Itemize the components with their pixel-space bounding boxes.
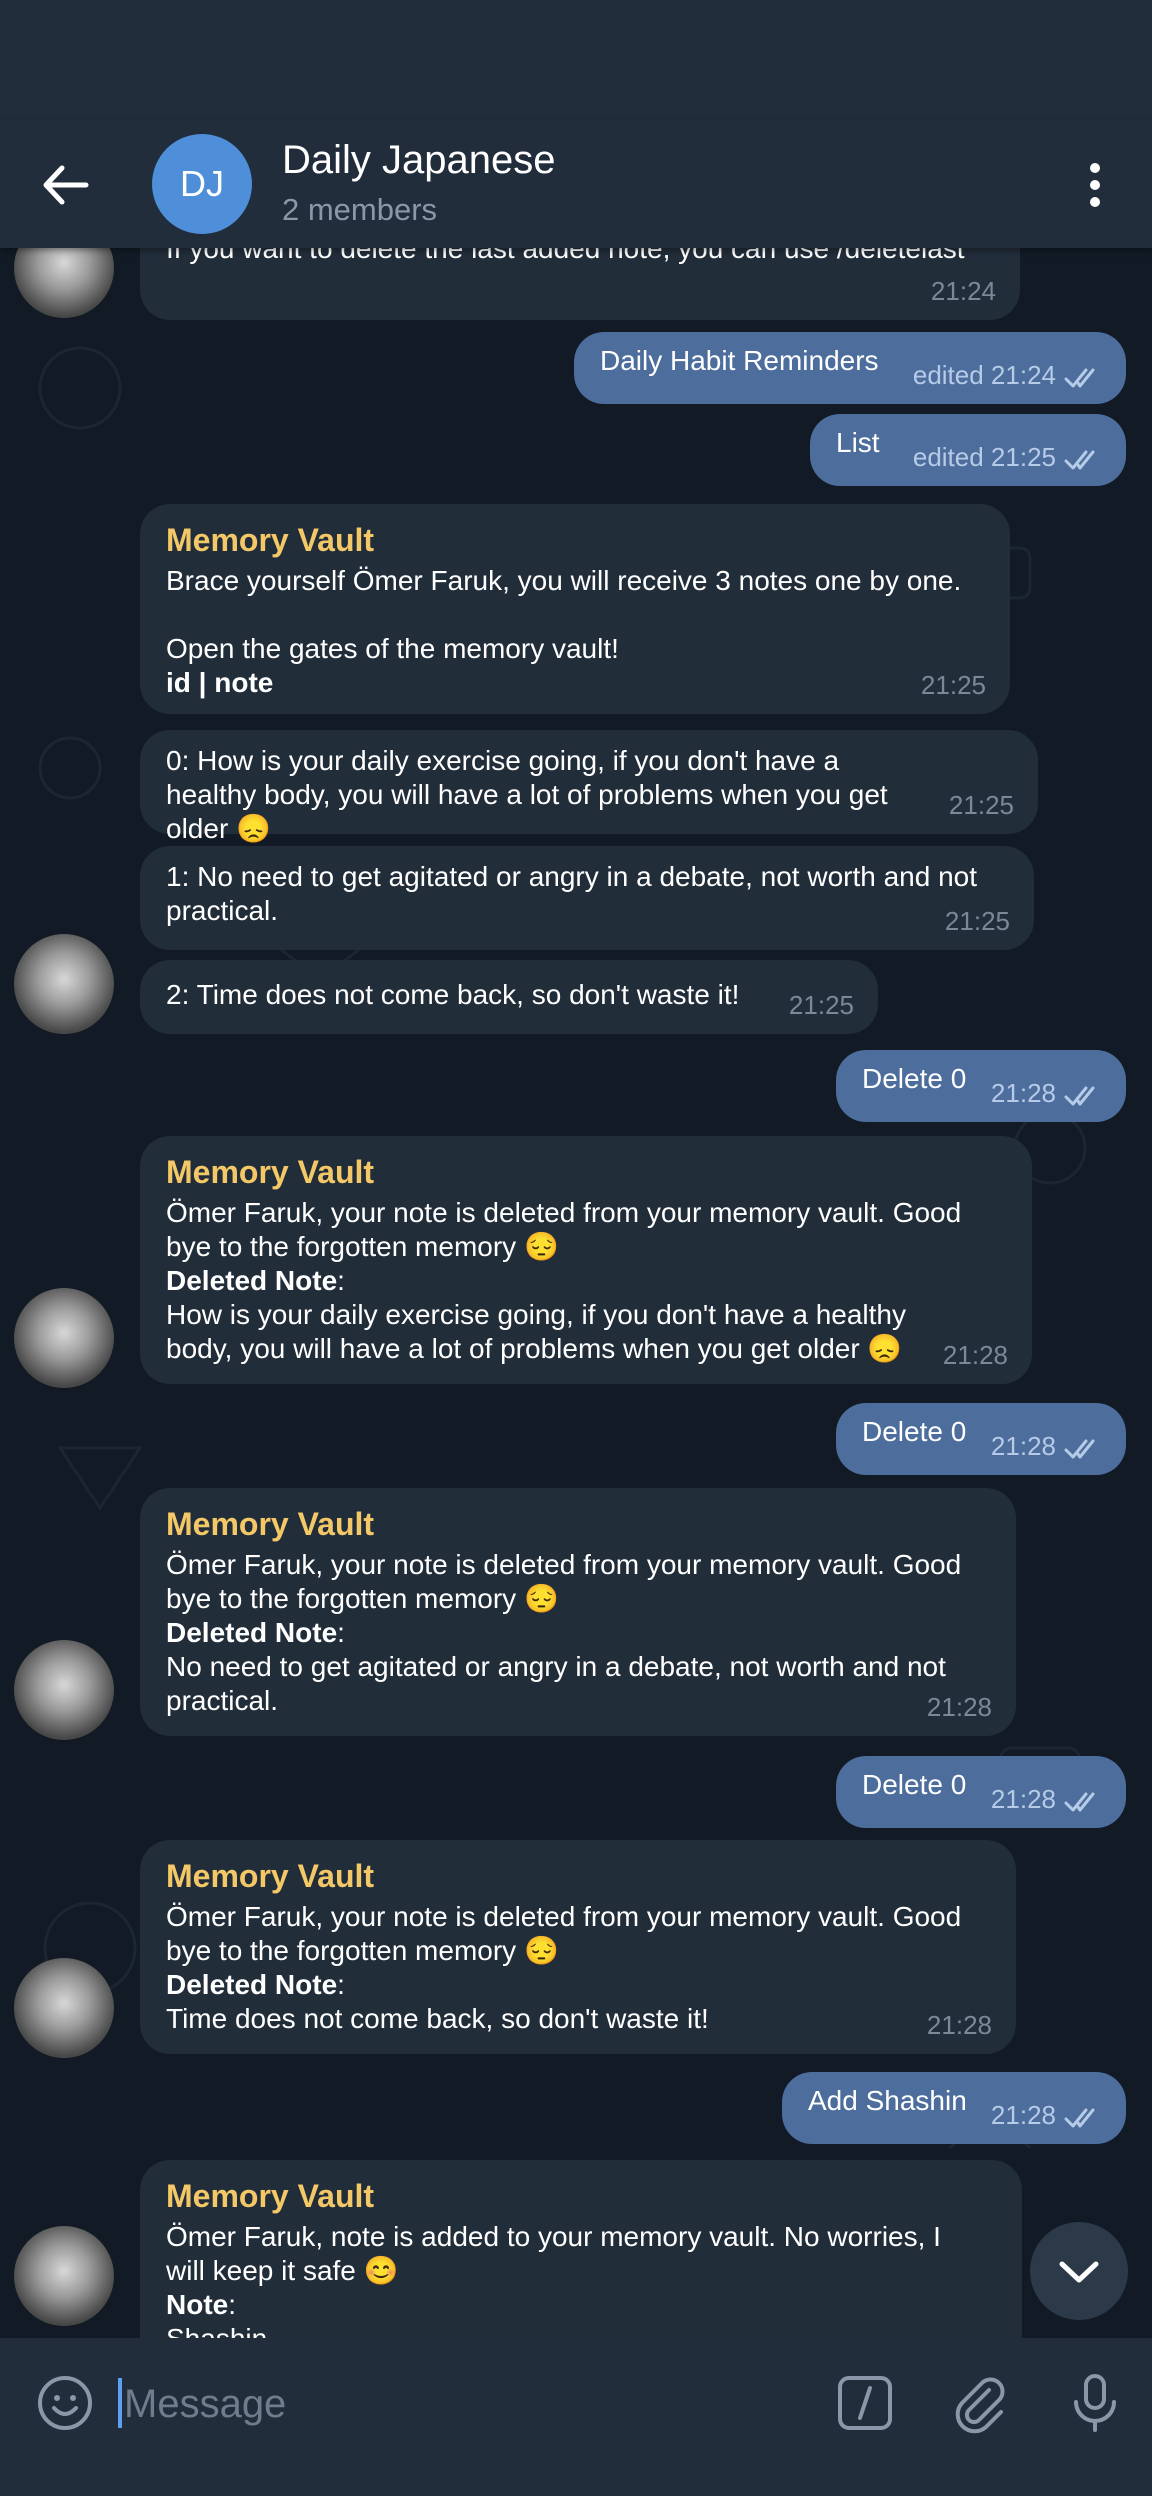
bot-avatar[interactable] bbox=[14, 2226, 114, 2326]
message-text: Delete 0 bbox=[862, 1769, 967, 1800]
message-time: 21:28 bbox=[990, 1784, 1056, 1814]
message-time: 21:28 bbox=[942, 1340, 1008, 1370]
system-nav-bar bbox=[0, 2468, 1152, 2496]
message-bubble[interactable]: Memory Vault Brace yourself Ömer Faruk, … bbox=[140, 504, 1010, 714]
more-vertical-icon bbox=[1090, 163, 1100, 207]
message-bubble-outgoing[interactable]: Delete 0 21:28 bbox=[836, 1756, 1126, 1828]
chevron-down-icon bbox=[1059, 2261, 1099, 2283]
message-time: edited 21:24 bbox=[912, 360, 1056, 390]
message-text: If you want to delete the last added not… bbox=[166, 248, 965, 264]
message-bubble[interactable]: 1: No need to get agitated or angry in a… bbox=[140, 846, 1034, 950]
sender-name[interactable]: Memory Vault bbox=[166, 2176, 996, 2216]
message-bubble[interactable]: If you want to delete the last added not… bbox=[140, 248, 1020, 320]
message-text: Open the gates of the memory vault! bbox=[166, 633, 619, 664]
message-time: edited 21:25 bbox=[912, 442, 1056, 472]
message-text: No need to get agitated or angry in a de… bbox=[166, 1651, 946, 1716]
group-avatar[interactable]: DJ bbox=[152, 134, 252, 234]
message-composer bbox=[0, 2338, 1152, 2468]
scroll-to-bottom-button[interactable] bbox=[1030, 2222, 1128, 2320]
back-button[interactable] bbox=[30, 150, 100, 220]
message-text-bold: Note bbox=[166, 2289, 229, 2320]
more-menu-button[interactable] bbox=[1080, 150, 1110, 220]
message-text: Ömer Faruk, your note is deleted from yo… bbox=[166, 1549, 962, 1614]
message-text: Delete 0 bbox=[862, 1416, 967, 1447]
bot-avatar[interactable] bbox=[14, 1958, 114, 2058]
message-bubble-outgoing[interactable]: Delete 0 21:28 bbox=[836, 1403, 1126, 1475]
message-text: How is your daily exercise going, if you… bbox=[166, 1299, 906, 1364]
message-time: 21:28 bbox=[990, 1078, 1056, 1108]
message-list[interactable]: If you want to delete the last added not… bbox=[0, 248, 1152, 2338]
bot-avatar[interactable] bbox=[14, 934, 114, 1034]
message-time: 21:25 bbox=[920, 670, 986, 700]
double-check-icon bbox=[1064, 450, 1095, 470]
message-time: 21:24 bbox=[930, 276, 996, 306]
emoji-icon bbox=[38, 2376, 92, 2430]
message-bubble[interactable]: Memory Vault Ömer Faruk, note is added t… bbox=[140, 2160, 1022, 2338]
message-text: Ömer Faruk, your note is deleted from yo… bbox=[166, 1197, 962, 1262]
message-text: Add Shashin bbox=[808, 2085, 967, 2116]
message-time: 21:25 bbox=[944, 906, 1010, 936]
message-text: : bbox=[337, 1617, 345, 1648]
sender-name[interactable]: Memory Vault bbox=[166, 1152, 1006, 1192]
message-text: : bbox=[228, 2289, 237, 2320]
message-text: : bbox=[337, 1265, 345, 1296]
chat-header: DJ Daily Japanese 2 members bbox=[0, 120, 1152, 248]
message-time: 21:28 bbox=[990, 1431, 1056, 1461]
paperclip-icon bbox=[955, 2377, 1005, 2434]
sender-name[interactable]: Memory Vault bbox=[166, 1856, 990, 1896]
double-check-icon bbox=[1064, 368, 1095, 388]
message-text: : bbox=[337, 1969, 345, 2000]
message-text-bold: Deleted Note bbox=[166, 1617, 338, 1648]
microphone-icon bbox=[1074, 2374, 1116, 2432]
message-text: Ömer Faruk, your note is deleted from yo… bbox=[166, 1901, 962, 1966]
message-text: Brace yourself Ömer Faruk, you will rece… bbox=[166, 565, 962, 596]
message-text: Shashin bbox=[166, 2322, 996, 2338]
message-bubble[interactable]: 0: How is your daily exercise going, if … bbox=[140, 730, 1038, 844]
arrow-left-icon bbox=[43, 165, 89, 205]
bot-avatar[interactable] bbox=[14, 1288, 114, 1388]
message-bubble-outgoing[interactable]: Delete 0 21:28 bbox=[836, 1050, 1126, 1122]
message-text: List bbox=[836, 427, 880, 458]
message-bubble[interactable]: Memory Vault Ömer Faruk, your note is de… bbox=[140, 1488, 1016, 1736]
message-bubble-outgoing[interactable]: Add Shashin 21:28 bbox=[782, 2072, 1126, 2144]
message-input[interactable] bbox=[122, 2368, 826, 2440]
double-check-icon bbox=[1064, 2108, 1095, 2128]
message-bubble[interactable]: Memory Vault Ömer Faruk, your note is de… bbox=[140, 1840, 1016, 2054]
bot-avatar[interactable] bbox=[14, 1640, 114, 1740]
double-check-icon bbox=[1064, 1792, 1095, 1812]
sender-name[interactable]: Memory Vault bbox=[166, 1504, 990, 1544]
message-text: 1: No need to get agitated or angry in a… bbox=[166, 861, 978, 926]
status-bar bbox=[0, 0, 1152, 120]
message-text: Delete 0 bbox=[862, 1063, 967, 1094]
message-text: Daily Habit Reminders bbox=[600, 345, 879, 376]
attach-button[interactable] bbox=[945, 2368, 1015, 2438]
message-text: Time does not come back, so don't waste … bbox=[166, 2003, 709, 2034]
message-text-bold: Deleted Note bbox=[166, 1265, 338, 1296]
message-text-bold: Deleted Note bbox=[166, 1969, 338, 2000]
slash-command-icon bbox=[838, 2376, 892, 2430]
emoji-button[interactable] bbox=[30, 2368, 100, 2438]
message-time: 21:28 bbox=[926, 1692, 992, 1722]
sender-name[interactable]: Memory Vault bbox=[166, 520, 984, 560]
message-text: 0: How is your daily exercise going, if … bbox=[166, 745, 888, 844]
message-bubble-outgoing[interactable]: List edited 21:25 bbox=[810, 414, 1126, 486]
message-bubble[interactable]: 2: Time does not come back, so don't was… bbox=[140, 960, 878, 1034]
message-time: 21:28 bbox=[926, 2010, 992, 2040]
message-time: 21:25 bbox=[948, 790, 1014, 820]
voice-message-button[interactable] bbox=[1060, 2368, 1130, 2438]
message-text: 2: Time does not come back, so don't was… bbox=[166, 979, 740, 1010]
message-text-bold: id | note bbox=[166, 667, 274, 698]
message-time: 21:28 bbox=[990, 2100, 1056, 2130]
message-text: Ömer Faruk, note is added to your memory… bbox=[166, 2221, 941, 2286]
member-count: 2 members bbox=[282, 192, 438, 227]
double-check-icon bbox=[1064, 1439, 1095, 1459]
message-time: 21:25 bbox=[788, 990, 854, 1020]
chat-title[interactable]: Daily Japanese bbox=[282, 138, 556, 183]
double-check-icon bbox=[1064, 1086, 1095, 1106]
message-bubble-outgoing[interactable]: Daily Habit Reminders edited 21:24 bbox=[574, 332, 1126, 404]
message-bubble[interactable]: Memory Vault Ömer Faruk, your note is de… bbox=[140, 1136, 1032, 1384]
bot-commands-button[interactable] bbox=[830, 2368, 900, 2438]
